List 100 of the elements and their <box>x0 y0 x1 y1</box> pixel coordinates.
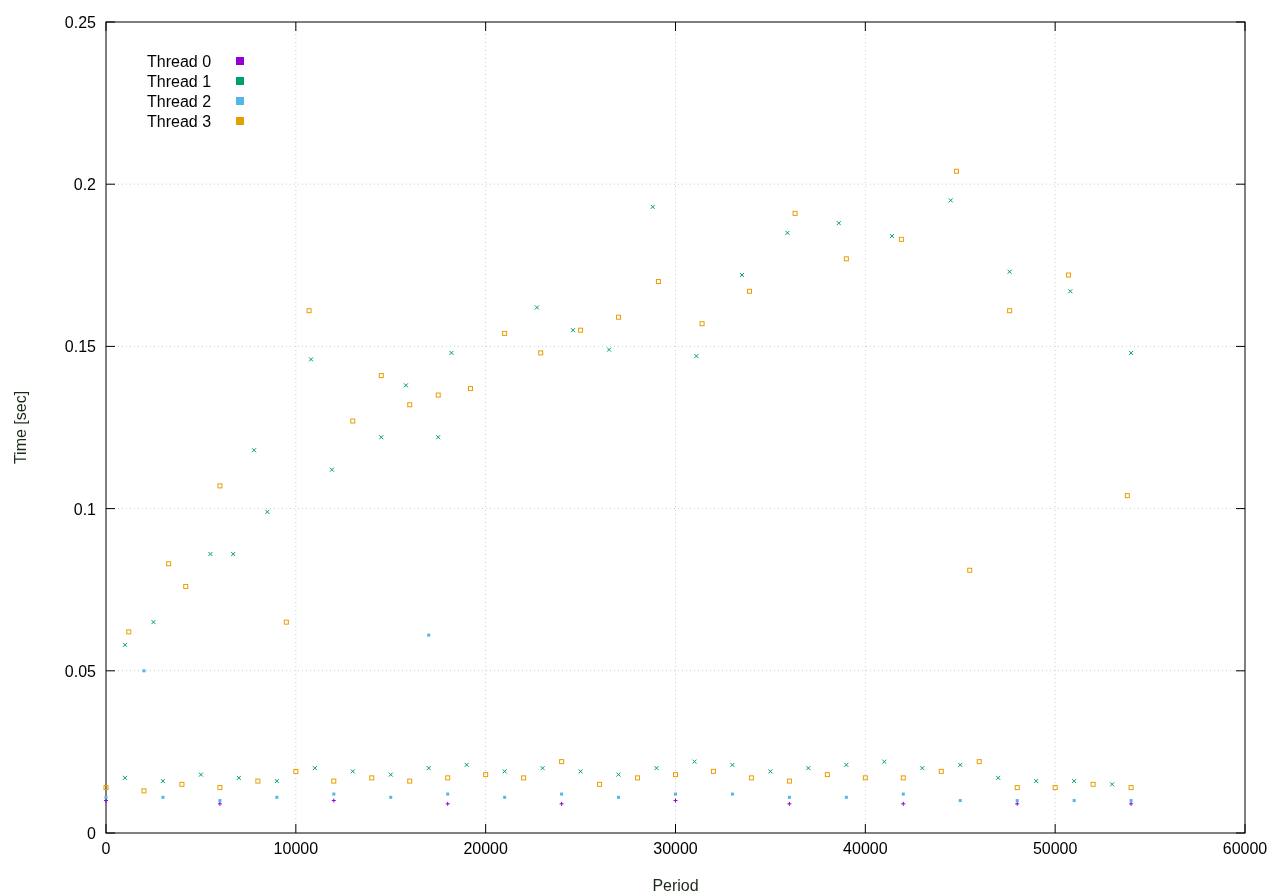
data-point <box>122 775 128 781</box>
data-point <box>331 778 337 784</box>
data-point <box>540 765 546 771</box>
data-point <box>747 288 753 294</box>
data-point <box>693 353 699 359</box>
data-point <box>141 788 147 794</box>
data-point <box>560 792 564 796</box>
data-point <box>331 798 337 804</box>
tick-label: 0.1 <box>73 500 96 518</box>
data-point <box>635 775 641 781</box>
data-point <box>617 795 621 799</box>
data-point <box>350 418 356 424</box>
data-point <box>1090 781 1096 787</box>
data-point <box>957 762 963 768</box>
data-point <box>673 772 678 778</box>
data-point <box>502 768 508 774</box>
data-point <box>900 801 906 807</box>
data-point <box>264 509 270 515</box>
legend-label: Thread 2 <box>147 93 212 110</box>
data-point <box>919 765 925 771</box>
data-point <box>699 321 705 327</box>
data-point <box>710 768 716 774</box>
data-point <box>786 778 792 784</box>
data-point <box>1052 785 1058 791</box>
data-point <box>388 772 394 778</box>
data-point <box>898 236 904 242</box>
data-point <box>843 256 849 262</box>
data-point <box>901 792 905 796</box>
data-point <box>293 768 299 774</box>
data-point <box>198 772 204 778</box>
data-point <box>674 792 677 796</box>
data-point <box>464 762 470 768</box>
data-point <box>538 350 544 356</box>
data-point <box>389 795 393 799</box>
data-point <box>502 330 508 336</box>
data-point <box>786 801 792 807</box>
data-point <box>889 233 895 239</box>
data-point <box>785 230 790 236</box>
data-point <box>1033 778 1039 784</box>
data-point <box>275 795 279 799</box>
data-point <box>654 765 659 771</box>
data-point <box>435 434 441 440</box>
data-point <box>534 304 540 310</box>
axis-title: Period <box>652 877 699 894</box>
data-point <box>767 768 773 774</box>
data-point <box>435 392 441 398</box>
data-point <box>217 483 223 489</box>
data-point <box>748 775 754 781</box>
tick-label: 0.15 <box>64 338 96 356</box>
data-point <box>483 772 489 778</box>
data-point <box>236 775 242 781</box>
data-point <box>446 792 450 796</box>
data-point <box>407 778 413 784</box>
data-point <box>255 778 261 784</box>
data-point <box>655 279 661 284</box>
data-point <box>403 382 409 388</box>
data-point <box>673 798 678 804</box>
legend-label: Thread 3 <box>147 113 212 130</box>
axis-title: Time [sec] <box>12 390 29 465</box>
data-point <box>183 583 189 589</box>
data-point <box>995 775 1001 781</box>
data-point <box>862 775 868 781</box>
data-point <box>792 210 798 216</box>
data-point <box>283 619 289 625</box>
data-point <box>312 765 318 771</box>
tick-label: 0 <box>101 840 111 857</box>
data-point <box>150 619 156 625</box>
data-point <box>103 785 109 791</box>
data-point <box>122 642 128 648</box>
data-point <box>805 765 811 771</box>
data-point <box>559 801 565 807</box>
data-point <box>739 272 745 278</box>
data-point <box>378 434 384 440</box>
data-point <box>729 762 735 768</box>
data-point <box>967 567 973 573</box>
data-point <box>449 350 454 356</box>
tick-label: 20000 <box>463 840 508 857</box>
data-point <box>730 792 734 796</box>
tick-label: 0.2 <box>73 176 96 194</box>
tick-label: 50000 <box>1032 840 1078 857</box>
tick-label: 10000 <box>273 840 319 857</box>
data-point <box>650 204 656 210</box>
data-point <box>953 168 959 174</box>
data-point <box>1014 785 1020 791</box>
data-point <box>843 762 849 768</box>
data-point <box>692 759 697 765</box>
data-point <box>787 795 791 799</box>
data-point <box>142 669 146 673</box>
data-point <box>1071 778 1077 784</box>
data-point <box>1065 272 1071 278</box>
data-point <box>160 778 166 784</box>
legend-label: Thread 1 <box>147 73 212 90</box>
data-point <box>1128 350 1134 356</box>
data-point <box>179 781 185 787</box>
data-point <box>445 775 451 781</box>
data-point <box>207 551 213 557</box>
data-point <box>900 775 906 781</box>
data-point <box>570 327 576 333</box>
data-point <box>1109 781 1115 787</box>
legend-label: Thread 0 <box>147 53 212 70</box>
